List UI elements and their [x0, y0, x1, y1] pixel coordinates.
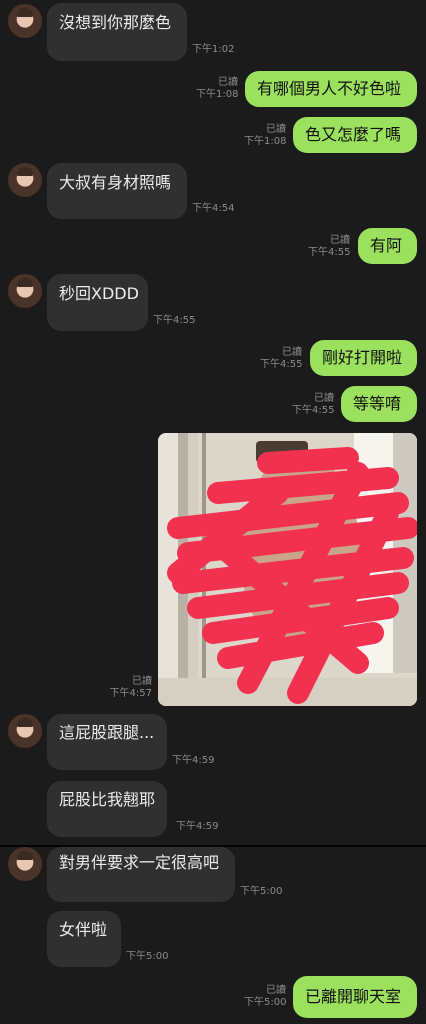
incoming-message[interactable]: 女伴啦 — [47, 911, 121, 967]
message-timestamp: 下午1:08 — [196, 89, 239, 100]
contact-avatar[interactable] — [8, 714, 42, 748]
incoming-message[interactable]: 秒回XDDD — [47, 274, 148, 331]
read-receipt: 已讀 — [132, 676, 152, 687]
message-timestamp: 下午1:08 — [244, 136, 287, 147]
message-meta: 已讀 下午4:57 — [108, 676, 152, 700]
message-timestamp: 下午5:00 — [126, 951, 169, 962]
incoming-message[interactable]: 大叔有身材照嗎 — [47, 163, 187, 219]
message-timestamp: 下午4:55 — [308, 247, 351, 258]
shared-photo[interactable] — [158, 433, 417, 706]
outgoing-message[interactable]: 已離開聊天室 — [293, 976, 417, 1018]
message-meta: 已讀 下午1:08 — [196, 77, 238, 101]
message-timestamp: 下午1:02 — [192, 44, 235, 55]
outgoing-message[interactable]: 有阿 — [358, 228, 417, 264]
read-receipt: 已讀 — [266, 985, 286, 996]
outgoing-message[interactable]: 色又怎麼了嗎 — [293, 117, 417, 153]
photo-content — [158, 433, 417, 706]
message-timestamp: 下午4:59 — [172, 755, 215, 766]
message-timestamp: 下午5:00 — [240, 886, 283, 897]
outgoing-message[interactable]: 有哪個男人不好色啦 — [245, 71, 417, 107]
message-meta: 已讀 下午5:00 — [244, 985, 286, 1009]
message-meta: 已讀 下午4:55 — [260, 347, 302, 371]
incoming-message[interactable]: 這屁股跟腿... — [47, 714, 167, 770]
message-timestamp: 下午4:54 — [192, 203, 235, 214]
incoming-message[interactable]: 對男伴要求一定很高吧 — [47, 847, 235, 902]
message-timestamp: 下午5:00 — [244, 997, 287, 1008]
read-receipt: 已讀 — [218, 77, 238, 88]
incoming-message[interactable]: 屁股比我翹耶 — [47, 781, 167, 837]
outgoing-message[interactable]: 等等唷 — [341, 386, 417, 422]
incoming-message[interactable]: 沒想到你那麼色 — [47, 3, 187, 61]
read-receipt: 已讀 — [266, 124, 286, 135]
contact-avatar[interactable] — [8, 847, 42, 881]
outgoing-message[interactable]: 剛好打開啦 — [310, 340, 417, 376]
message-meta: 已讀 下午1:08 — [244, 124, 286, 148]
read-receipt: 已讀 — [314, 393, 334, 404]
read-receipt: 已讀 — [282, 347, 302, 358]
message-timestamp: 下午4:55 — [153, 315, 196, 326]
message-timestamp: 下午4:55 — [292, 405, 335, 416]
message-meta: 已讀 下午4:55 — [292, 393, 334, 417]
message-timestamp: 下午4:57 — [109, 688, 152, 699]
contact-avatar[interactable] — [8, 274, 42, 308]
message-timestamp: 下午4:55 — [260, 359, 303, 370]
message-meta: 已讀 下午4:55 — [308, 235, 350, 259]
message-timestamp: 下午4:59 — [176, 821, 219, 832]
contact-avatar[interactable] — [8, 163, 42, 197]
read-receipt: 已讀 — [330, 235, 350, 246]
contact-avatar[interactable] — [8, 4, 42, 38]
